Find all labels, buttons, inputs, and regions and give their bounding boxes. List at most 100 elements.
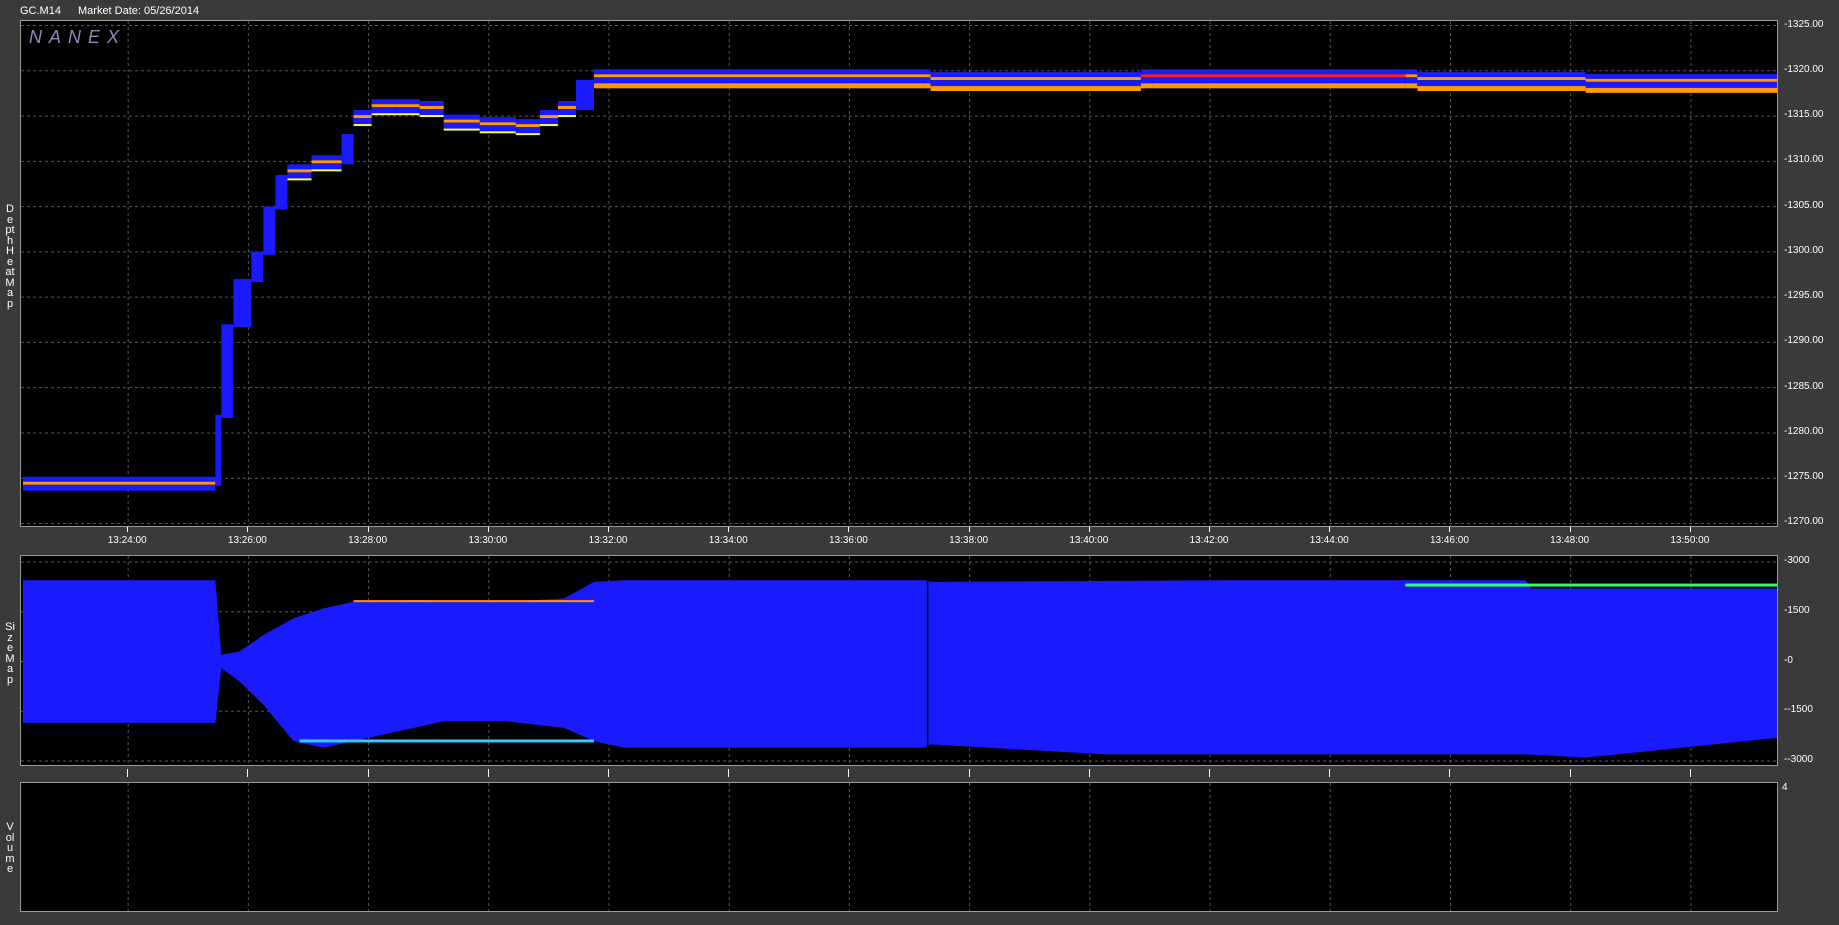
depth-heat-map-panel[interactable]: NANEX <box>20 20 1778 527</box>
size-time-tick-mark <box>1689 769 1691 777</box>
size-accent-green <box>1405 583 1777 587</box>
heat-cell-orange <box>1417 77 1586 81</box>
price-tick-label: -1295.00 <box>1784 290 1824 302</box>
time-tick-mark <box>127 527 129 532</box>
heat-cell-yellow <box>395 113 420 116</box>
heat-cell-blue <box>1152 69 1406 75</box>
heat-cell-orange <box>371 104 396 108</box>
size-map-label: Size Map <box>5 621 15 686</box>
time-tick-mark <box>1689 527 1691 532</box>
time-tick-mark <box>247 527 249 532</box>
heat-cell-orange <box>353 115 372 119</box>
nanex-logo: NANEX <box>29 27 127 47</box>
heat-band <box>251 251 264 283</box>
heat-band <box>443 114 480 131</box>
size-time-tick-mark <box>608 769 609 777</box>
heat-cell-orange <box>1585 78 1777 82</box>
heat-cell-orange <box>924 74 931 78</box>
size-time-tick-mark <box>1569 769 1571 777</box>
size-accent-orange <box>353 600 594 603</box>
size-time-tick-mark <box>728 769 730 777</box>
heat-cell-orange <box>612 83 925 89</box>
time-tick-label: 13:32:00 <box>588 535 628 546</box>
heat-cell-blue <box>515 127 540 134</box>
heat-cell-yellow <box>419 115 444 118</box>
heat-cell-blue <box>215 414 222 486</box>
heat-cell-blue <box>371 99 396 105</box>
time-tick-mark <box>968 527 970 532</box>
time-tick-mark <box>487 527 489 532</box>
time-tick-mark <box>1329 527 1331 532</box>
time-tick-label: 13:50:00 <box>1670 535 1710 546</box>
heat-band <box>539 110 558 127</box>
size-axis: -3000 -1500 -0 --1500 --3000 <box>1780 555 1839 766</box>
price-tick-label: -1310.00 <box>1784 154 1824 166</box>
size-map-panel[interactable] <box>20 555 1778 766</box>
heat-cell-orange <box>1417 86 1586 92</box>
heat-cell-orange <box>419 106 444 110</box>
heat-band <box>557 101 576 118</box>
heat-band <box>612 69 925 89</box>
heat-cell-blue <box>395 99 420 105</box>
heat-cell-blue <box>371 107 396 114</box>
heat-cell-blue <box>539 118 558 125</box>
heat-cell-blue <box>443 122 480 129</box>
heat-cell-orange <box>593 74 613 78</box>
heat-band <box>341 134 354 165</box>
heat-cell-orange <box>287 169 312 173</box>
heat-cell-orange <box>930 77 1141 81</box>
heat-band <box>287 164 312 181</box>
time-tick-label: 13:28:00 <box>348 535 388 546</box>
heat-cell-orange <box>557 106 576 110</box>
heat-cell-blue <box>353 110 372 116</box>
heat-cell-blue <box>353 118 372 125</box>
depth-heat-map-label: Depth Heat Map <box>5 203 15 310</box>
heat-cell-blue <box>311 163 342 170</box>
size-time-tick-mark <box>848 769 850 777</box>
price-tick-label: -1290.00 <box>1784 335 1824 347</box>
heat-cell-blue <box>221 324 234 418</box>
time-tick-mark <box>848 527 850 532</box>
price-tick-label: -1275.00 <box>1784 471 1824 483</box>
heat-cell-blue <box>275 174 288 210</box>
size-time-tick-mark <box>1088 769 1090 777</box>
size-time-tick-mark <box>1329 769 1331 777</box>
heat-cell-blue <box>924 69 931 75</box>
heat-cell-orange <box>1140 74 1153 78</box>
heat-band <box>215 414 222 486</box>
heat-band <box>419 101 444 118</box>
time-tick-label: 13:30:00 <box>468 535 508 546</box>
heat-band <box>395 99 420 116</box>
size-tick-label: --3000 <box>1784 754 1813 765</box>
size-time-ticks <box>20 766 1778 780</box>
heat-cell-blue <box>1417 80 1586 87</box>
time-tick-label: 13:26:00 <box>227 535 267 546</box>
time-axis: 13:24:00 13:26:00 13:28:00 13:30:00 13:32:00… <box>20 527 1778 551</box>
heat-band <box>263 206 276 255</box>
heat-cell-blue <box>612 69 925 75</box>
time-tick-label: 13:48:00 <box>1550 535 1590 546</box>
time-tick-mark <box>1449 527 1451 532</box>
heat-cell-orange <box>1152 83 1406 89</box>
heat-band <box>515 119 540 136</box>
heat-cell-yellow <box>443 128 480 131</box>
size-time-tick-mark <box>968 769 970 777</box>
volume-panel[interactable] <box>20 782 1778 912</box>
heat-band <box>233 279 252 328</box>
heat-cell-orange <box>593 83 613 89</box>
size-time-tick-mark <box>367 769 369 777</box>
heat-cell-blue <box>1140 69 1153 75</box>
size-time-tick-mark <box>247 769 249 777</box>
size-tick-label: --1500 <box>1784 704 1813 716</box>
heat-cell-blue <box>539 110 558 116</box>
heat-band <box>1585 73 1777 93</box>
heat-band <box>275 174 288 210</box>
size-time-tick-mark <box>487 769 489 777</box>
heat-cell-blue <box>1405 77 1418 84</box>
heat-cell-orange <box>930 86 1141 92</box>
heat-cell-blue <box>1417 72 1586 78</box>
depth-price-axis: -1325.00 -1320.00 -1315.00 -1310.00 -1305.00… <box>1780 19 1839 528</box>
heat-band <box>930 72 1141 92</box>
heat-cell-orange <box>395 104 420 108</box>
size-accent-cyan <box>299 739 594 743</box>
